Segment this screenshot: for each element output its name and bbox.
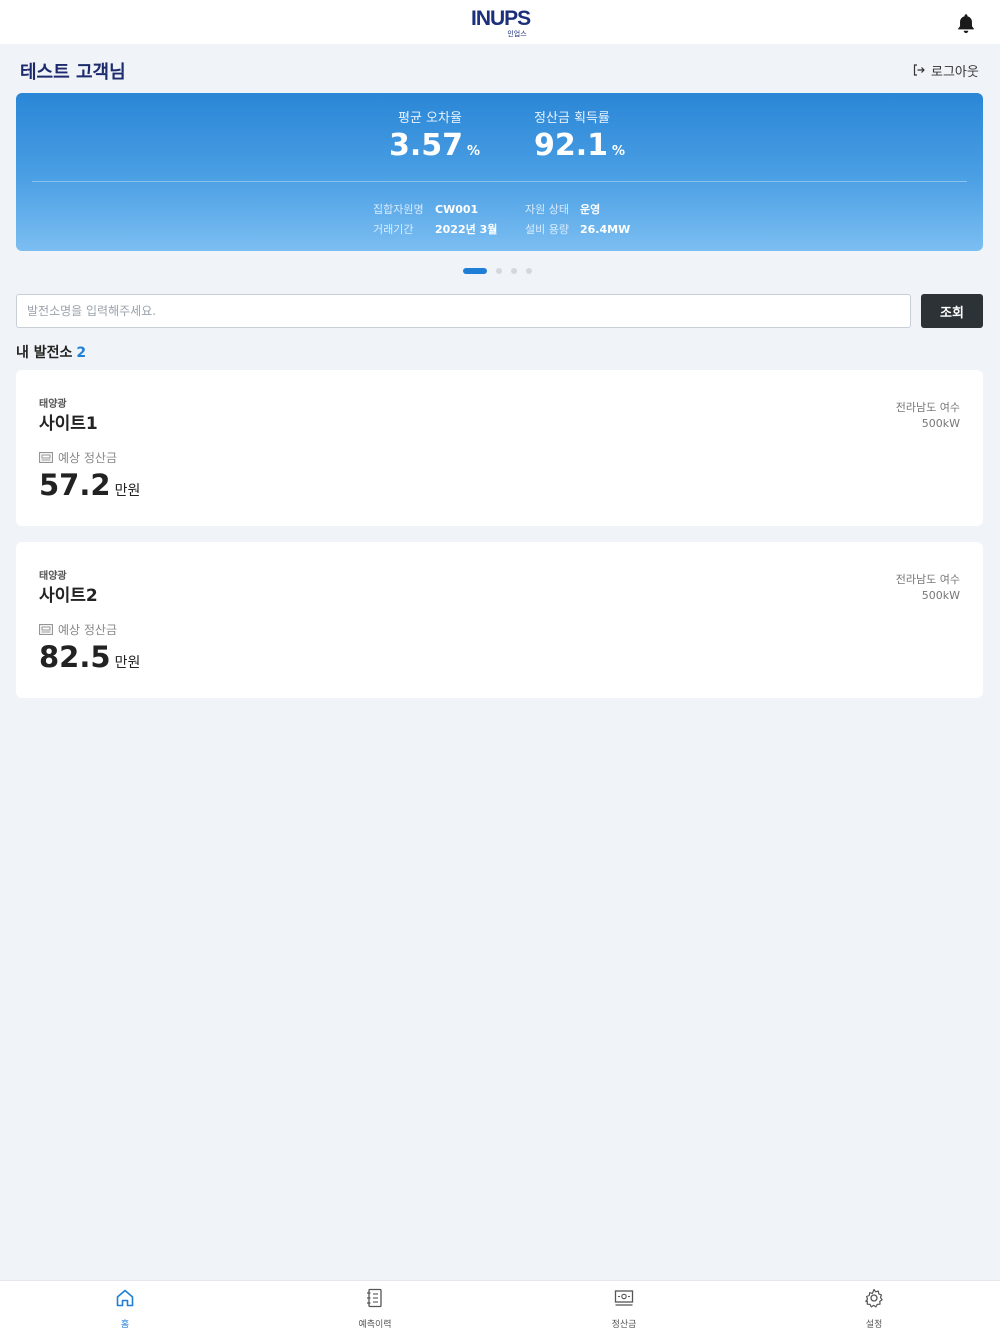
gear-icon [865,1288,883,1308]
trade-period-value: 2022년 3월 [435,223,498,236]
plant-location: 전라남도 여수 [895,401,960,414]
status-info: 자원 상태 운영 설비 용량 26.4MW [525,200,630,240]
logout-label: 로그아웃 [931,64,979,80]
plant-search-input[interactable] [16,294,911,328]
bell-icon[interactable] [955,11,977,35]
estimate-amount: 82.5 [39,640,111,674]
nav-history-label: 예측이력 [358,1320,392,1330]
inups-logo: INUPS 인업스 [471,7,531,42]
nav-history[interactable]: 예측이력 [335,1287,415,1330]
resource-name-label: 집합자원명 [373,203,424,216]
error-rate-value-row: 3.57% [389,128,480,163]
plant-location: 전라남도 여수 [895,573,960,586]
plant-card[interactable]: 태양광 사이트2 전라남도 여수 500kW 예상 정산금 82.5 만원 [16,542,983,698]
trade-period-label: 거래기간 [373,223,414,236]
carousel-dot[interactable] [511,268,517,274]
plants-section-label: 내 발전소 [16,345,73,361]
search-button[interactable]: 조회 [921,294,983,328]
logo-subtext: 인업스 [507,30,527,38]
settlement-rate-value-row: 92.1% [534,128,625,163]
estimate-amount-row: 82.5 만원 [39,640,140,674]
nav-settings-label: 설정 [865,1320,883,1330]
plant-type: 태양광 [39,571,67,582]
capacity-label: 설비 용량 [525,223,569,236]
estimate-label: 예상 정산금 [58,451,118,465]
estimate-amount-unit: 만원 [114,483,141,499]
nav-settlement-label: 정산금 [611,1320,637,1330]
error-rate-unit: % [467,144,481,159]
notebook-icon [367,1288,382,1308]
plant-location-info: 전라남도 여수 500kW [896,572,960,604]
nav-settings[interactable]: 설정 [834,1287,914,1330]
settlement-rate-stat: 정산금 획득률 92.1% [534,107,625,163]
money-icon [39,452,53,463]
resource-status-label: 자원 상태 [525,203,569,216]
plants-count: 2 [76,345,87,361]
plants-section-title: 내 발전소 2 [16,342,86,362]
plant-card[interactable]: 태양광 사이트1 전라남도 여수 500kW 예상 정산금 57.2 만원 [16,370,983,526]
logo-text: INUPS [471,7,531,30]
estimate-amount: 57.2 [39,468,111,502]
capacity-value: 26.4MW [580,223,631,236]
carousel-dot[interactable] [526,268,532,274]
plant-capacity: 500kW [921,417,960,430]
error-rate-stat: 평균 오차율 3.57% [389,107,480,163]
top-bar: INUPS 인업스 [0,0,1000,44]
logout-icon [913,64,925,76]
estimate-amount-unit: 만원 [114,655,141,671]
error-rate-label: 평균 오차율 [398,111,462,126]
resource-status-value: 운영 [580,203,601,216]
resource-info: 집합자원명 CW001 거래기간 2022년 3월 [373,200,497,240]
settlement-rate-unit: % [612,144,626,159]
nav-home[interactable]: 홈 [85,1287,165,1330]
carousel-indicator [463,268,532,274]
bottom-navigation: 홈 예측이력 정산금 설정 [0,1280,1000,1334]
nav-settlement[interactable]: 정산금 [584,1287,664,1330]
estimate-amount-row: 57.2 만원 [39,468,140,502]
carousel-dot[interactable] [463,268,487,274]
plant-type: 태양광 [39,399,67,410]
summary-card[interactable]: 평균 오차율 3.57% 정산금 획득률 92.1% 집합자원명 CW001 거래… [16,93,983,251]
plant-name: 사이트2 [39,586,98,606]
resource-name-value: CW001 [435,203,479,216]
estimate-row: 예상 정산금 [39,449,117,466]
estimate-label: 예상 정산금 [58,623,118,637]
user-greeting: 테스트 고객님 [20,62,126,83]
money-icon [39,624,53,635]
plant-location-info: 전라남도 여수 500kW [896,400,960,432]
home-icon [116,1289,134,1307]
error-rate-value: 3.57 [389,128,464,163]
logout-button[interactable]: 로그아웃 [912,61,979,80]
plant-name: 사이트1 [39,414,98,434]
summary-divider [32,181,967,182]
plant-capacity: 500kW [921,589,960,602]
settlement-rate-value: 92.1 [534,128,609,163]
nav-home-label: 홈 [120,1320,130,1330]
settlement-rate-label: 정산금 획득률 [534,111,610,126]
money-icon [614,1290,634,1306]
estimate-row: 예상 정산금 [39,621,117,638]
carousel-dot[interactable] [496,268,502,274]
